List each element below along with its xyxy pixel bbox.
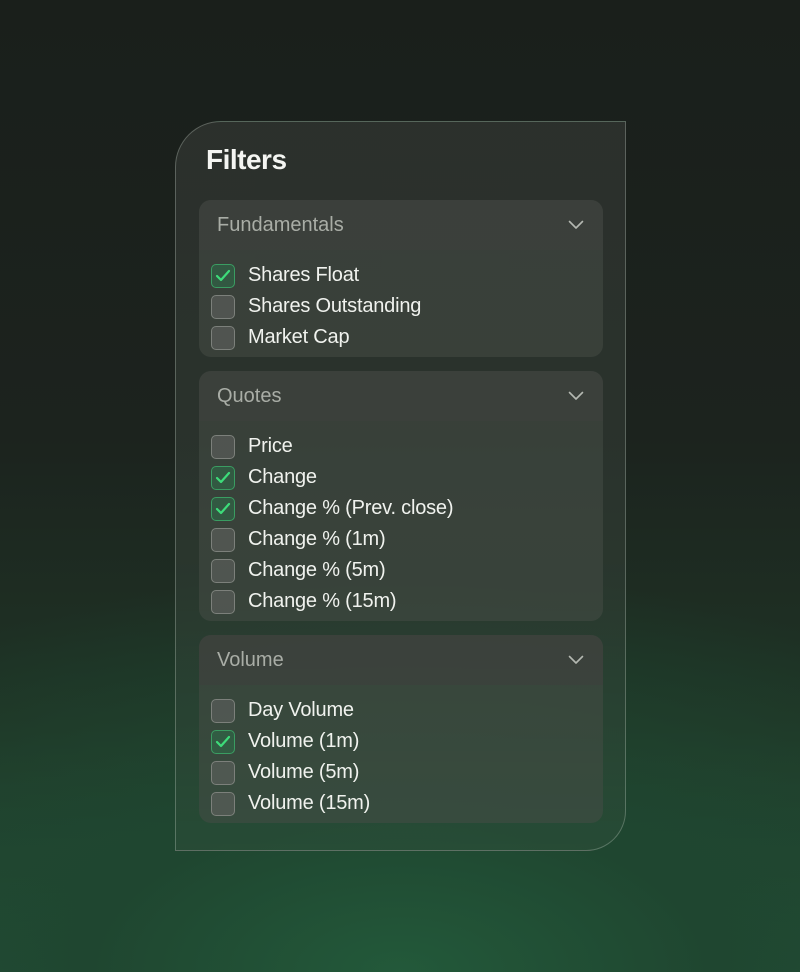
filters-panel: Filters Fundamentals Shares Float Shares… bbox=[175, 121, 626, 851]
filter-option-change-1m[interactable]: Change % (1m) bbox=[211, 524, 603, 555]
checkbox[interactable] bbox=[211, 527, 235, 552]
filter-option-label: Day Volume bbox=[248, 699, 354, 721]
filter-option-label: Change % (5m) bbox=[248, 559, 386, 581]
filter-option-change[interactable]: Change bbox=[211, 462, 603, 493]
filter-option-label: Volume (1m) bbox=[248, 730, 360, 752]
section-header-volume[interactable]: Volume bbox=[199, 635, 603, 685]
section-title: Fundamentals bbox=[217, 213, 344, 236]
checkbox[interactable] bbox=[211, 760, 235, 785]
checkbox[interactable] bbox=[211, 294, 235, 319]
filter-option-label: Price bbox=[248, 435, 293, 457]
filter-option-change-15m[interactable]: Change % (15m) bbox=[211, 586, 603, 617]
filter-option-label: Market Cap bbox=[248, 326, 350, 348]
check-icon bbox=[215, 269, 231, 282]
filter-option-day-volume[interactable]: Day Volume bbox=[211, 695, 603, 726]
check-icon bbox=[215, 735, 231, 748]
checkbox[interactable] bbox=[211, 589, 235, 614]
filter-option-label: Volume (5m) bbox=[248, 761, 360, 783]
section-header-quotes[interactable]: Quotes bbox=[199, 371, 603, 421]
section-title: Quotes bbox=[217, 384, 282, 407]
filter-option-volume-15m[interactable]: Volume (15m) bbox=[211, 788, 603, 819]
filter-option-volume-1m[interactable]: Volume (1m) bbox=[211, 726, 603, 757]
section-title: Volume bbox=[217, 648, 284, 671]
section-quotes: Quotes Price Change Change % (Prev. clos… bbox=[199, 371, 603, 621]
check-icon bbox=[215, 471, 231, 484]
filter-option-shares-outstanding[interactable]: Shares Outstanding bbox=[211, 291, 603, 322]
checkbox-list: Shares Float Shares Outstanding Market C… bbox=[199, 250, 603, 357]
filter-option-label: Change % (1m) bbox=[248, 528, 386, 550]
checkbox[interactable] bbox=[211, 698, 235, 723]
checkbox[interactable] bbox=[211, 465, 235, 490]
check-icon bbox=[215, 502, 231, 515]
checkbox[interactable] bbox=[211, 496, 235, 521]
filter-option-label: Change % (Prev. close) bbox=[248, 497, 454, 519]
checkbox[interactable] bbox=[211, 325, 235, 350]
filter-option-label: Shares Outstanding bbox=[248, 295, 422, 317]
checkbox[interactable] bbox=[211, 434, 235, 459]
checkbox-list: Day Volume Volume (1m) Volume (5m) Volum… bbox=[199, 685, 603, 823]
checkbox[interactable] bbox=[211, 263, 235, 288]
filter-option-label: Change bbox=[248, 466, 317, 488]
filter-option-market-cap[interactable]: Market Cap bbox=[211, 322, 603, 353]
filter-option-change-prev-close[interactable]: Change % (Prev. close) bbox=[211, 493, 603, 524]
chevron-down-icon bbox=[567, 651, 585, 669]
section-fundamentals: Fundamentals Shares Float Shares Outstan… bbox=[199, 200, 603, 357]
filter-option-shares-float[interactable]: Shares Float bbox=[211, 260, 603, 291]
section-header-fundamentals[interactable]: Fundamentals bbox=[199, 200, 603, 250]
filter-option-volume-5m[interactable]: Volume (5m) bbox=[211, 757, 603, 788]
filter-option-change-5m[interactable]: Change % (5m) bbox=[211, 555, 603, 586]
checkbox[interactable] bbox=[211, 791, 235, 816]
checkbox[interactable] bbox=[211, 729, 235, 754]
chevron-down-icon bbox=[567, 216, 585, 234]
filter-option-label: Volume (15m) bbox=[248, 792, 371, 814]
filter-option-price[interactable]: Price bbox=[211, 431, 603, 462]
filter-option-label: Shares Float bbox=[248, 264, 359, 286]
checkbox[interactable] bbox=[211, 558, 235, 583]
panel-title: Filters bbox=[206, 144, 287, 175]
checkbox-list: Price Change Change % (Prev. close) Chan… bbox=[199, 421, 603, 621]
filter-option-label: Change % (15m) bbox=[248, 590, 397, 612]
section-volume: Volume Day Volume Volume (1m) Volume (5m… bbox=[199, 635, 603, 823]
chevron-down-icon bbox=[567, 387, 585, 405]
